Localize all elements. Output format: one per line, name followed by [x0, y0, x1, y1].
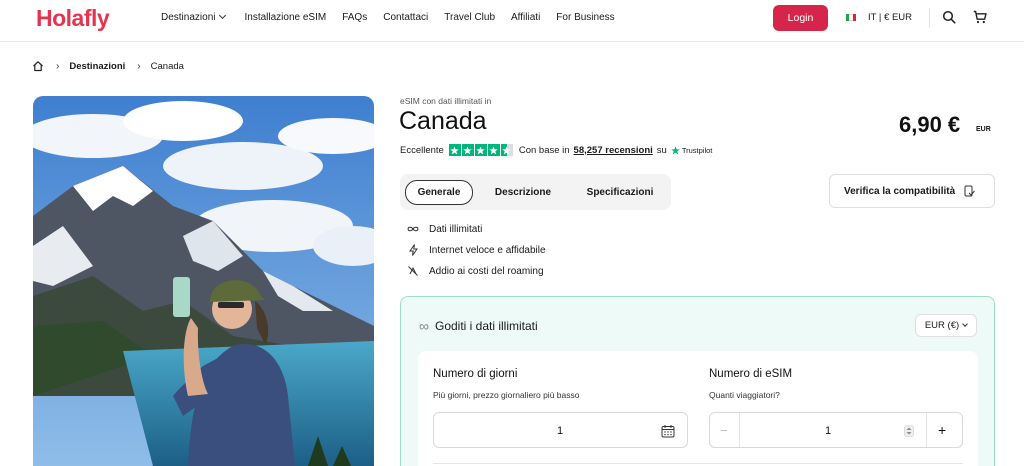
locale-selector[interactable]: IT | € EUR [846, 12, 912, 23]
logo-text: Holafly [36, 5, 110, 31]
nav-affiliati[interactable]: Affiliati [511, 12, 540, 23]
search-icon[interactable] [942, 10, 956, 24]
chevron-down-icon [219, 11, 227, 20]
header-divider [929, 8, 930, 28]
product-subtitle: eSIM con dati illimitati in [400, 96, 492, 106]
nav-faqs[interactable]: FAQs [342, 12, 367, 23]
feature-label: Internet veloce e affidabile [429, 244, 546, 256]
product-tabs: Generale Descrizione Specificazioni [400, 174, 671, 210]
currency-select-value: EUR (€) [924, 320, 960, 331]
stepper-divider [926, 413, 927, 447]
days-input[interactable]: 1 [433, 412, 688, 448]
nav-for-business[interactable]: For Business [556, 12, 614, 23]
rating-word: Eccellente [400, 144, 444, 156]
trustpilot-logo: Trustpilot [681, 145, 713, 155]
feature-fast-internet: Internet veloce e affidabile [407, 244, 546, 256]
infinity-icon [407, 223, 419, 235]
holafly-logo[interactable]: Holafly [36, 5, 110, 32]
increment-button[interactable]: + [938, 422, 946, 438]
feature-label: Addio ai costi del roaming [429, 265, 544, 277]
trustpilot-star-icon [671, 145, 680, 154]
breadcrumb-destinazioni[interactable]: Destinazioni [69, 61, 125, 72]
section-divider [433, 463, 963, 464]
top-header: Holafly Destinazioni Installazione eSIM … [0, 0, 1024, 42]
feature-unlimited-data: Dati illimitati [407, 223, 482, 235]
breadcrumb-separator: › [56, 60, 60, 72]
star-icon [474, 144, 487, 156]
product-title: Canada [399, 107, 487, 135]
infinity-icon: ∞ [419, 318, 429, 334]
no-roaming-icon [407, 265, 419, 277]
cart-icon[interactable] [973, 10, 987, 24]
plan-title: ∞ Goditi i dati illimitati [419, 318, 538, 334]
feature-no-roaming: Addio ai costi del roaming [407, 265, 544, 277]
lightning-icon [407, 244, 419, 256]
stepper-divider [739, 413, 740, 447]
verify-compatibility-button[interactable]: Verifica la compatibilità [829, 174, 995, 208]
canada-landscape-photo [33, 96, 374, 466]
star-icon [461, 144, 474, 156]
esims-hint: Quanti viaggiatori? [709, 390, 780, 400]
days-value: 1 [557, 425, 564, 437]
breadcrumb-separator: › [137, 60, 141, 72]
breadcrumb-current: Canada [150, 60, 184, 72]
nav-contattaci[interactable]: Contattaci [383, 12, 428, 23]
decrement-button[interactable]: − [720, 423, 728, 438]
chevron-down-icon [962, 320, 968, 327]
rating-prefix: Con base in [518, 144, 570, 156]
tab-generale[interactable]: Generale [405, 180, 473, 205]
currency-select[interactable]: EUR (€) [915, 314, 977, 337]
star-icon [448, 144, 461, 156]
nav-installazione[interactable]: Installazione eSIM [244, 12, 326, 23]
spinner-arrows-icon[interactable] [904, 425, 914, 437]
esims-value: 1 [825, 425, 832, 437]
reviews-count-link[interactable]: 58,257 recensioni [574, 145, 653, 156]
italy-flag-icon [846, 14, 856, 21]
verify-label: Verifica la compatibilità [844, 185, 956, 197]
breadcrumb: › Destinazioni › Canada [32, 60, 184, 72]
plan-options-card: Numero di giorni Più giorni, prezzo gior… [418, 351, 978, 466]
trustpilot-rating[interactable]: Eccellente Con base in 58,257 recensioni… [400, 144, 712, 156]
days-hint: Più giorni, prezzo giornaliero più basso [433, 390, 580, 400]
nav-destinazioni[interactable]: Destinazioni [161, 11, 227, 23]
esims-stepper: − 1 + [709, 412, 963, 448]
main-nav: Destinazioni Installazione eSIM FAQs Con… [161, 11, 615, 23]
rating-stars [448, 144, 514, 156]
days-label: Numero di giorni [433, 368, 518, 380]
rating-suffix: su [656, 144, 667, 156]
locale-label: IT | € EUR [868, 12, 912, 23]
tab-specificazioni[interactable]: Specificazioni [574, 180, 666, 205]
nav-travel-club[interactable]: Travel Club [444, 12, 495, 23]
half-star-icon [500, 144, 513, 156]
hero-image [33, 96, 374, 466]
price-currency: EUR [976, 126, 991, 133]
product-price: 6,90 € [899, 112, 961, 137]
device-check-icon [964, 185, 976, 197]
star-icon [487, 144, 500, 156]
home-icon[interactable] [32, 60, 44, 72]
plan-title-label: Goditi i dati illimitati [434, 319, 538, 333]
esims-label: Numero di eSIM [709, 368, 793, 380]
login-button[interactable]: Login [773, 5, 828, 31]
plan-panel: ∞ Goditi i dati illimitati EUR (€) Numer… [400, 296, 995, 466]
nav-destinazioni-label: Destinazioni [161, 12, 216, 23]
tab-descrizione[interactable]: Descrizione [482, 180, 564, 205]
calendar-icon[interactable] [661, 424, 675, 438]
feature-label: Dati illimitati [429, 223, 483, 235]
